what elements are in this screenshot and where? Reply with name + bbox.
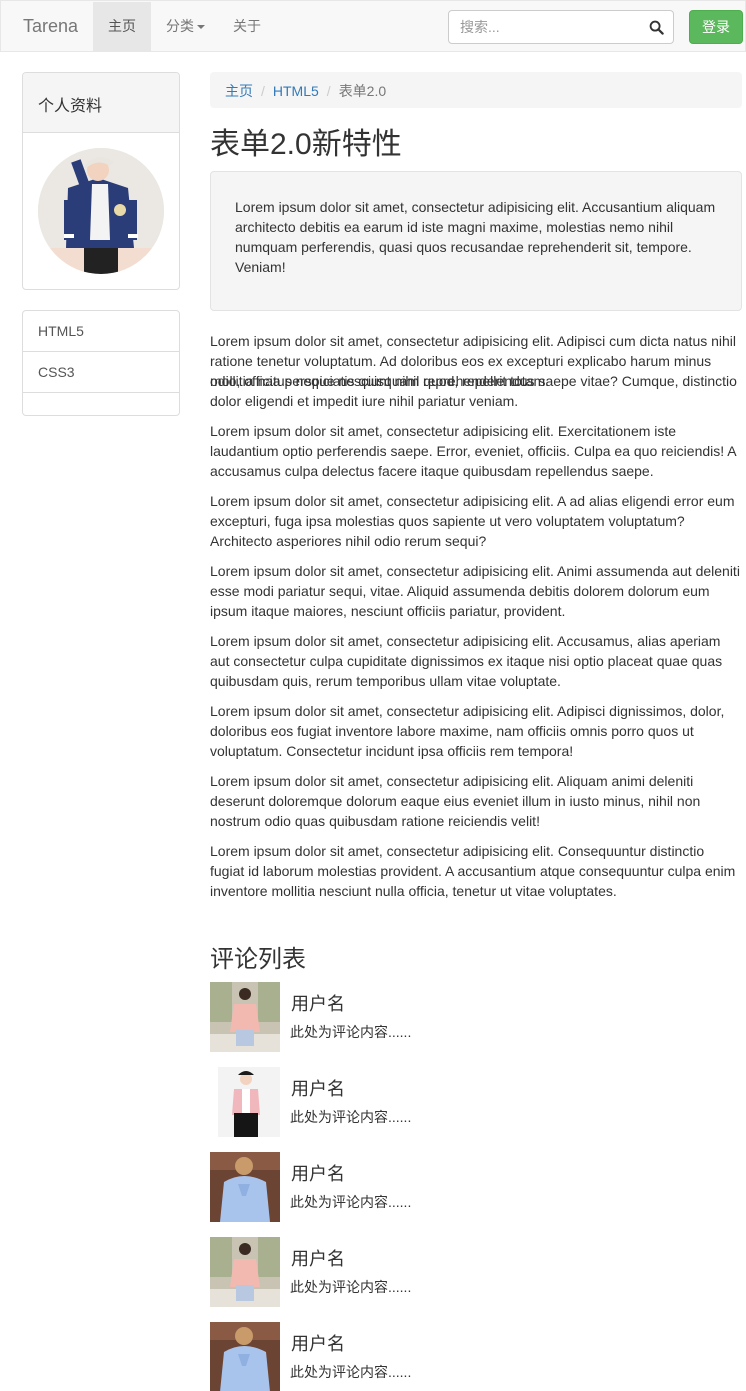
caret-down-icon (197, 25, 205, 30)
paragraph: Lorem ipsum dolor sit amet, consectetur … (210, 423, 736, 479)
intro-well: Lorem ipsum dolor sit amet, consectetur … (210, 171, 742, 311)
comment-item: 用户名 此处为评论内容...... (210, 1152, 610, 1222)
comment-username: 用户名 (291, 1249, 345, 1269)
comment-text: 此处为评论内容...... (290, 1109, 412, 1125)
blue-blouse-photo (210, 1152, 280, 1222)
comment-text: 此处为评论内容...... (290, 1024, 412, 1040)
avatar (38, 148, 164, 274)
breadcrumb-separator: / (326, 83, 331, 99)
paragraph: Lorem ipsum dolor sit amet, consectetur … (210, 703, 725, 759)
comment-item: 用户名 此处为评论内容...... (210, 1237, 610, 1307)
paragraph: mollitia natus neque nesciunt nihil quod… (210, 373, 737, 409)
profile-heading: 个人资料 (23, 73, 179, 133)
sidebar-nav: HTML5 CSS3 (22, 310, 180, 416)
nav-category-dropdown[interactable]: 分类 (151, 2, 220, 51)
comment-avatar[interactable] (210, 1237, 280, 1307)
comment-avatar[interactable] (210, 1152, 280, 1222)
breadcrumb-home[interactable]: 主页 (225, 83, 253, 99)
article-body: Lorem ipsum dolor sit amet, consectetur … (210, 331, 742, 911)
paragraph: Lorem ipsum dolor sit amet, consectetur … (210, 843, 736, 899)
comment-item: 用户名 此处为评论内容...... (210, 1322, 610, 1391)
comment-username: 用户名 (291, 1334, 345, 1354)
page-title: 表单2.0新特性 (210, 128, 402, 161)
login-button[interactable]: 登录 (689, 10, 743, 44)
search-box (448, 10, 674, 44)
breadcrumb-html5[interactable]: HTML5 (273, 83, 319, 99)
nav-home[interactable]: 主页 (93, 2, 151, 51)
cap-jacket-photo (210, 1067, 280, 1137)
comment-item: 用户名 此处为评论内容...... (210, 1067, 610, 1137)
comment-avatar[interactable] (210, 1322, 280, 1391)
search-input[interactable] (460, 19, 640, 35)
paragraph: Lorem ipsum dolor sit amet, consectetur … (210, 633, 723, 689)
pink-jacket-photo (210, 1237, 280, 1307)
nav-about[interactable]: 关于 (218, 2, 276, 51)
comment-username: 用户名 (291, 1079, 345, 1099)
comment-text: 此处为评论内容...... (290, 1364, 412, 1380)
comment-username: 用户名 (291, 1164, 345, 1184)
comment-item: 用户名 此处为评论内容...... (210, 982, 610, 1052)
comments-title: 评论列表 (210, 946, 306, 973)
comment-text: 此处为评论内容...... (290, 1194, 412, 1210)
comment-avatar[interactable] (210, 1067, 280, 1137)
navbar: Tarena 主页 分类 关于 登录 (0, 0, 746, 52)
search-icon[interactable] (649, 20, 664, 35)
blue-blouse-photo (210, 1322, 280, 1391)
breadcrumb-current: 表单2.0 (338, 83, 387, 99)
breadcrumb-separator: / (261, 83, 265, 99)
brand-logo[interactable]: Tarena (23, 16, 78, 37)
nav-category-label: 分类 (166, 18, 194, 34)
sidebar-item-css3[interactable]: CSS3 (23, 352, 179, 393)
comment-username: 用户名 (291, 994, 345, 1014)
paragraph: Lorem ipsum dolor sit amet, consectetur … (210, 563, 740, 619)
profile-panel: 个人资料 (22, 72, 180, 290)
avatar-photo (38, 148, 164, 274)
pink-jacket-photo (210, 982, 280, 1052)
paragraph: Lorem ipsum dolor sit amet, consectetur … (210, 493, 735, 549)
comment-avatar[interactable] (210, 982, 280, 1052)
comment-text: 此处为评论内容...... (290, 1279, 412, 1295)
breadcrumb: 主页 / HTML5 / 表单2.0 (210, 72, 742, 108)
sidebar-item-html5[interactable]: HTML5 (23, 311, 179, 352)
paragraph: Lorem ipsum dolor sit amet, consectetur … (210, 773, 701, 829)
